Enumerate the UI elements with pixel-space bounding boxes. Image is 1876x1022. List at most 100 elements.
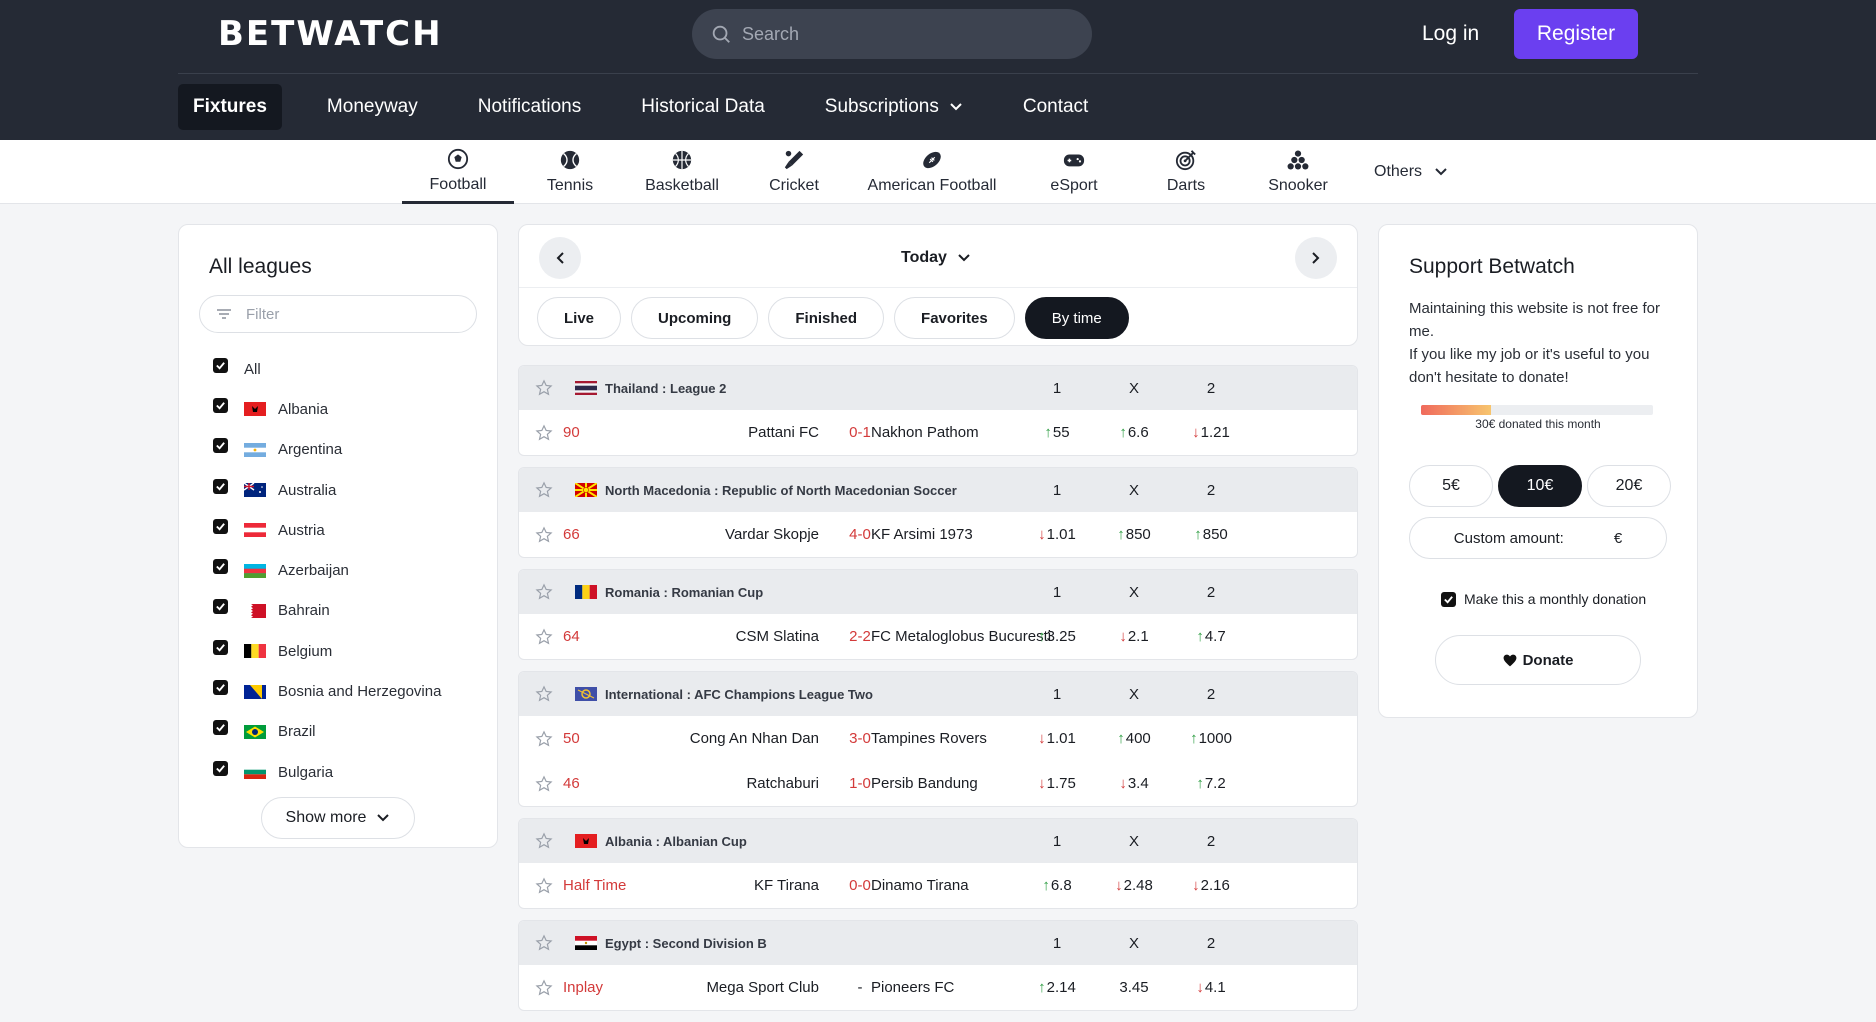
star-icon[interactable] xyxy=(535,774,553,793)
star-icon[interactable] xyxy=(535,934,553,952)
odds-value[interactable]: 1.75 xyxy=(1022,775,1092,792)
match-row[interactable]: 66Vardar Skopje4-0KF Arsimi 19731.018508… xyxy=(519,512,1357,557)
sport-tab-tennis[interactable]: Tennis xyxy=(514,140,626,204)
donate-button[interactable]: Donate xyxy=(1435,635,1641,685)
star-icon[interactable] xyxy=(535,978,553,997)
league-checkbox[interactable] xyxy=(213,559,228,575)
search-input[interactable] xyxy=(742,23,1062,45)
star-icon[interactable] xyxy=(535,379,553,397)
league-filter-item[interactable]: Austria xyxy=(213,510,441,550)
league-name[interactable]: Thailand : League 2 xyxy=(605,381,726,396)
odds-value[interactable]: 2.48 xyxy=(1099,877,1169,894)
league-checkbox[interactable] xyxy=(213,397,228,413)
league-checkbox[interactable] xyxy=(213,639,228,655)
nav-item-contact[interactable]: Contact xyxy=(1008,84,1103,130)
sport-tab-basketball[interactable]: Basketball xyxy=(626,140,738,204)
donation-amount-10-button[interactable]: 10€ xyxy=(1498,465,1582,507)
odds-value[interactable]: 6.8 xyxy=(1022,877,1092,894)
login-link[interactable]: Log in xyxy=(1422,22,1479,46)
league-filter-item[interactable]: All xyxy=(213,349,441,389)
tab-favorites[interactable]: Favorites xyxy=(894,297,1015,339)
star-icon[interactable] xyxy=(535,583,553,601)
star-icon[interactable] xyxy=(535,876,553,895)
donation-amount-20-button[interactable]: 20€ xyxy=(1587,465,1671,507)
league-filter-item[interactable]: Belgium xyxy=(213,631,441,671)
odds-value[interactable]: 850 xyxy=(1099,526,1169,543)
league-filter-item[interactable]: Bahrain xyxy=(213,591,441,631)
odds-value[interactable]: 3.25 xyxy=(1022,628,1092,645)
odds-value[interactable]: 1.01 xyxy=(1022,730,1092,747)
match-row[interactable]: 64 CSM Slatina 2-2 FC Metaloglobus Bucurest… xyxy=(519,614,1357,659)
odds-value[interactable]: 2.16 xyxy=(1176,877,1246,894)
league-name[interactable]: Albania : Albanian Cup xyxy=(605,834,747,849)
sport-tab-american-football[interactable]: American Football xyxy=(850,140,1014,204)
nav-item-subscriptions[interactable]: Subscriptions xyxy=(810,84,978,130)
league-checkbox[interactable] xyxy=(213,760,228,776)
star-icon[interactable] xyxy=(535,423,553,442)
league-filter-item[interactable]: Azerbaijan xyxy=(213,550,441,590)
odds-value[interactable]: 4.1 xyxy=(1176,979,1246,996)
match-row[interactable]: 46Ratchaburi1-0Persib Bandung1.753.47.2 xyxy=(519,761,1357,806)
league-checkbox[interactable] xyxy=(213,478,228,494)
league-filter-item[interactable]: Argentina xyxy=(213,430,441,470)
league-filter-input[interactable] xyxy=(246,305,446,323)
monthly-checkbox[interactable] xyxy=(1441,591,1456,607)
sport-tab-cricket[interactable]: Cricket xyxy=(738,140,850,204)
league-name[interactable]: Romania : Romanian Cup xyxy=(605,585,763,600)
star-icon[interactable] xyxy=(535,627,553,646)
odds-value[interactable]: 7.2 xyxy=(1176,775,1246,792)
odds-value[interactable]: 55 xyxy=(1022,424,1092,441)
league-filter-item[interactable]: Bulgaria xyxy=(213,752,441,792)
odds-value[interactable]: 2.14 xyxy=(1022,979,1092,996)
league-filter-item[interactable]: Australia xyxy=(213,470,441,510)
logo[interactable]: BETWATCH xyxy=(218,14,443,54)
league-checkbox[interactable] xyxy=(213,518,228,534)
league-name[interactable]: International : AFC Champions League Two xyxy=(605,687,873,702)
nav-item-moneyway[interactable]: Moneyway xyxy=(312,84,433,130)
nav-item-fixtures[interactable]: Fixtures xyxy=(178,84,282,130)
monthly-donation-option[interactable]: Make this a monthly donation xyxy=(1441,591,1646,607)
match-row[interactable]: 90Pattani FC0-1Nakhon Pathom556.61.21 xyxy=(519,410,1357,455)
tab-finished[interactable]: Finished xyxy=(768,297,885,339)
league-filter-item[interactable]: Brazil xyxy=(213,712,441,752)
league-checkbox[interactable] xyxy=(213,720,228,736)
tab-by-time[interactable]: By time xyxy=(1024,297,1129,339)
league-name[interactable]: North Macedonia : Republic of North Mace… xyxy=(605,483,957,498)
nav-item-historical-data[interactable]: Historical Data xyxy=(626,84,780,130)
tab-upcoming[interactable]: Upcoming xyxy=(631,297,759,339)
sport-tab-football[interactable]: Football xyxy=(402,140,514,204)
donation-amount-5-button[interactable]: 5€ xyxy=(1409,465,1493,507)
league-filter[interactable] xyxy=(199,295,477,333)
tab-live[interactable]: Live xyxy=(537,297,622,339)
odds-value[interactable]: 3.45 xyxy=(1099,979,1169,996)
odds-value[interactable]: 3.4 xyxy=(1099,775,1169,792)
sport-tab-darts[interactable]: Darts xyxy=(1130,140,1242,204)
star-icon[interactable] xyxy=(535,685,553,703)
odds-value[interactable]: 1.01 xyxy=(1022,526,1092,543)
others-dropdown[interactable]: Others xyxy=(1374,140,1448,204)
league-filter-item[interactable]: Bosnia and Herzegovina xyxy=(213,671,441,711)
odds-value[interactable]: 400 xyxy=(1099,730,1169,747)
odds-value[interactable]: 1000 xyxy=(1176,730,1246,747)
match-row[interactable]: InplayMega Sport Club-Pioneers FC2.143.4… xyxy=(519,965,1357,1010)
star-icon[interactable] xyxy=(535,832,553,850)
prev-day-button[interactable] xyxy=(539,237,581,279)
next-day-button[interactable] xyxy=(1295,237,1337,279)
odds-value[interactable]: 6.6 xyxy=(1099,424,1169,441)
match-row[interactable]: Half TimeKF Tirana0-0Dinamo Tirana6.82.4… xyxy=(519,863,1357,908)
odds-value[interactable]: 4.7 xyxy=(1176,628,1246,645)
league-checkbox[interactable] xyxy=(213,599,228,615)
odds-value[interactable]: 1.21 xyxy=(1176,424,1246,441)
date-selector[interactable]: Today xyxy=(901,249,971,267)
star-icon[interactable] xyxy=(535,729,553,748)
odds-value[interactable]: 2.1 xyxy=(1099,628,1169,645)
star-icon[interactable] xyxy=(535,481,553,499)
nav-item-notifications[interactable]: Notifications xyxy=(463,84,597,130)
show-more-button[interactable]: Show more xyxy=(261,797,415,839)
search-box[interactable] xyxy=(692,9,1092,59)
league-checkbox[interactable] xyxy=(213,357,228,373)
custom-amount-field[interactable]: Custom amount: € xyxy=(1409,517,1667,559)
league-checkbox[interactable] xyxy=(213,680,228,696)
league-name[interactable]: Egypt : Second Division B xyxy=(605,936,767,951)
sport-tab-esport[interactable]: eSport xyxy=(1018,140,1130,204)
